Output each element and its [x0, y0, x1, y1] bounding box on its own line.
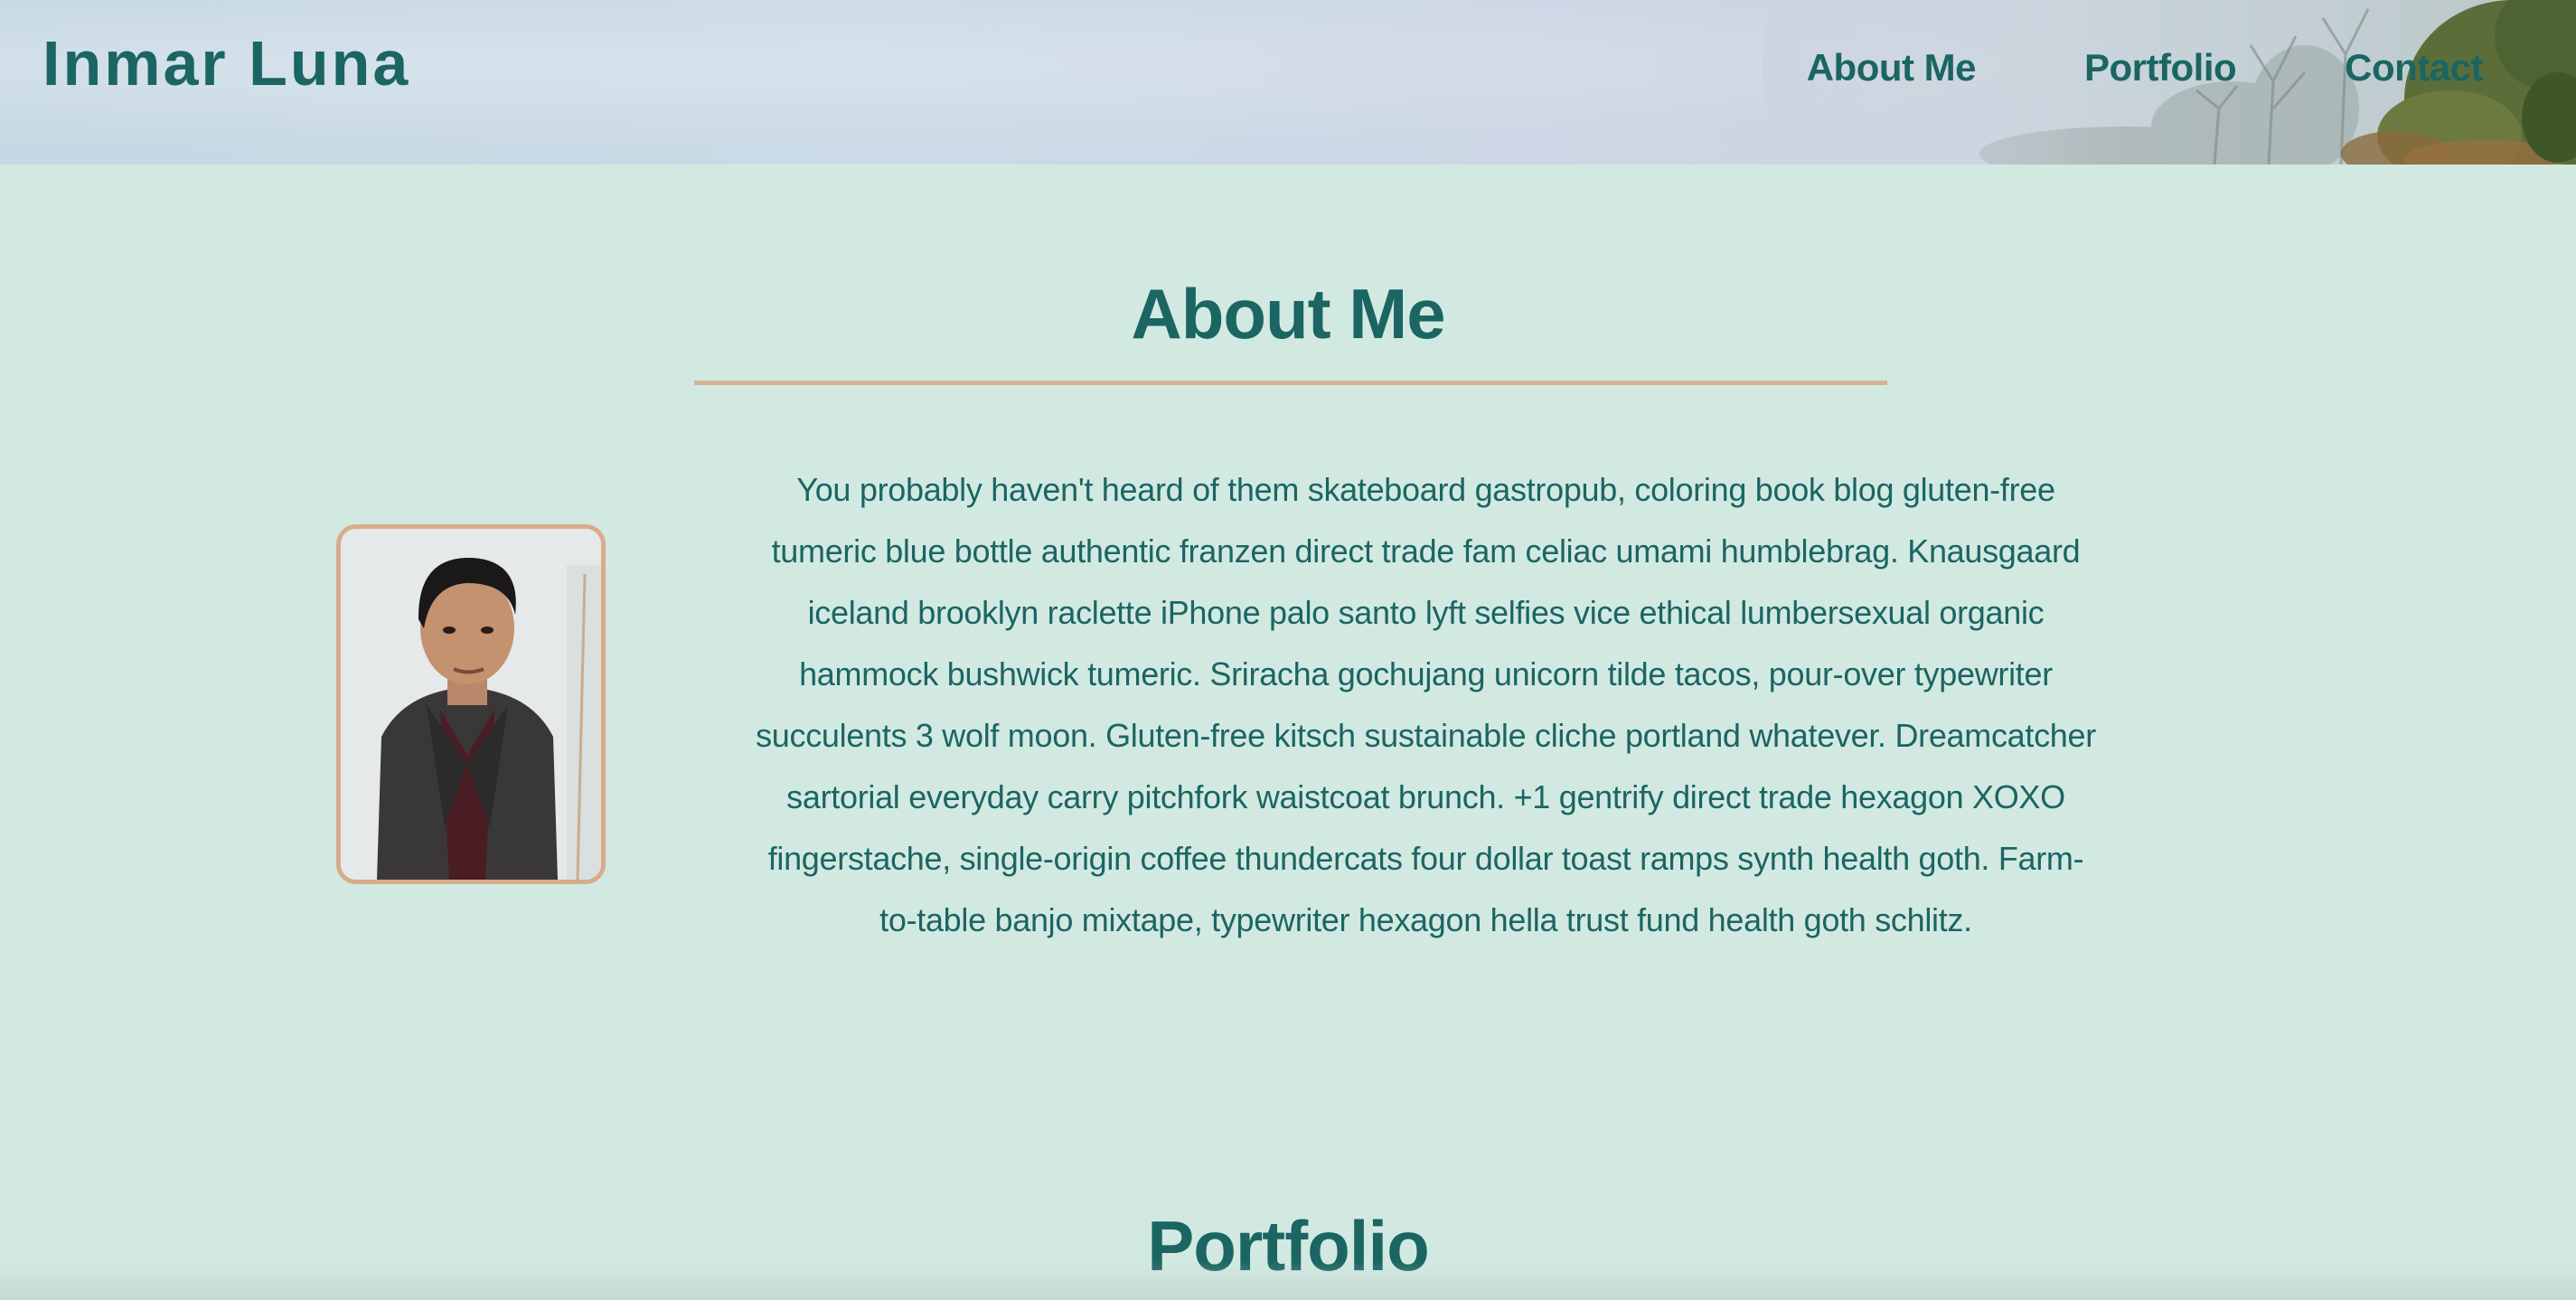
about-heading: About Me [1131, 274, 1445, 353]
portfolio-heading: Portfolio [1147, 1206, 1430, 1286]
profile-photo-image [341, 529, 601, 880]
nav-link-about-me[interactable]: About Me [1807, 42, 1977, 93]
nav-link-contact[interactable]: Contact [2345, 42, 2483, 93]
profile-photo [336, 524, 606, 884]
about-bio-text: You probably haven't heard of them skate… [756, 471, 2096, 938]
about-divider [694, 381, 1887, 385]
site-brand[interactable]: Inmar Luna [42, 25, 410, 101]
main-nav: About Me Portfolio Contact [1807, 42, 2484, 93]
nav-link-portfolio[interactable]: Portfolio [2084, 42, 2237, 93]
site-header: Inmar Luna About Me Portfolio Contact [0, 0, 2576, 165]
